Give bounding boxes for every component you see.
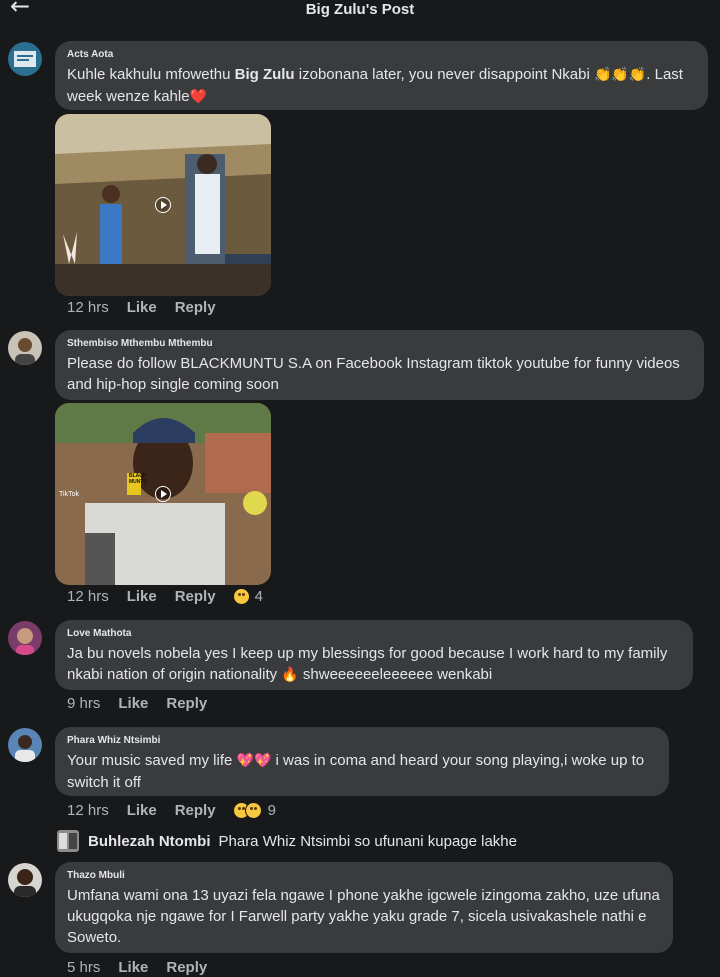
comment-meta: 12 hrs Like Reply bbox=[67, 299, 234, 316]
comment-author[interactable]: Love Mathota bbox=[67, 628, 681, 639]
like-button[interactable]: Like bbox=[127, 588, 157, 605]
reaction-summary[interactable]: 4 bbox=[233, 588, 263, 605]
comment-text: Kuhle kakhulu mfowethu Big Zulu izobonan… bbox=[67, 64, 696, 108]
reply-text: Phara Whiz Ntsimbi so ufunani kupage lak… bbox=[218, 832, 518, 850]
comment-time[interactable]: 9 hrs bbox=[67, 695, 100, 712]
shirt-logo: BLACK MUNTU bbox=[129, 473, 148, 485]
comment-text: Ja bu novels nobela yes I keep up my ble… bbox=[67, 643, 681, 686]
comment-text: Please do follow BLACKMUNTU S.A on Faceb… bbox=[67, 355, 680, 393]
reaction-count: 4 bbox=[254, 588, 263, 605]
tiktok-watermark: TikTok bbox=[59, 491, 79, 498]
reaction-summary[interactable]: 9 bbox=[233, 802, 276, 819]
sparkling-heart-icon: 💖💖 bbox=[236, 753, 272, 769]
comment-author[interactable]: Acts Aota bbox=[67, 49, 696, 60]
comment-time[interactable]: 12 hrs bbox=[67, 588, 109, 605]
comment-text-part: izobonana later, you never disappoint Nk… bbox=[294, 66, 594, 83]
comment-text: Your music saved my life 💖💖 i was in com… bbox=[67, 750, 657, 793]
comment-bubble: Sthembiso Mthembu Mthembu Please do foll… bbox=[55, 330, 704, 400]
comment-text-part: Your music saved my life bbox=[67, 752, 237, 769]
comment-time[interactable]: 12 hrs bbox=[67, 299, 109, 316]
comment-bubble: Acts Aota Kuhle kakhulu mfowethu Big Zul… bbox=[55, 41, 708, 110]
comment-bubble: Thazo Mbuli Umfana wami ona 13 uyazi fel… bbox=[55, 862, 673, 953]
reply-button[interactable]: Reply bbox=[166, 695, 207, 712]
reply-button[interactable]: Reply bbox=[175, 588, 216, 605]
like-button[interactable]: Like bbox=[118, 959, 148, 976]
reply-button[interactable]: Reply bbox=[175, 802, 216, 819]
like-button[interactable]: Like bbox=[127, 802, 157, 819]
comment-meta: 12 hrs Like Reply 4 bbox=[67, 588, 263, 605]
reply-button[interactable]: Reply bbox=[166, 959, 207, 976]
comment-bubble: Phara Whiz Ntsimbi Your music saved my l… bbox=[55, 727, 669, 796]
reaction-count: 9 bbox=[267, 802, 276, 819]
comment-time[interactable]: 5 hrs bbox=[67, 959, 100, 976]
avatar[interactable] bbox=[8, 728, 42, 762]
play-icon[interactable] bbox=[155, 197, 171, 213]
video-thumbnail[interactable] bbox=[55, 114, 271, 296]
comment-meta: 9 hrs Like Reply bbox=[67, 695, 225, 712]
comment-text-part: shweeeeeeleeeeee wenkabi bbox=[298, 666, 493, 683]
comment-meta: 12 hrs Like Reply 9 bbox=[67, 802, 276, 819]
page-title: Big Zulu's Post bbox=[305, 1, 415, 18]
comment-text-part: Kuhle kakhulu mfowethu bbox=[67, 66, 235, 83]
video-thumbnail[interactable]: TikTok BLACK MUNTU bbox=[55, 403, 271, 585]
reply-author[interactable]: Buhlezah Ntombi bbox=[88, 833, 211, 850]
comment-author[interactable]: Thazo Mbuli bbox=[67, 870, 661, 881]
comment-time[interactable]: 12 hrs bbox=[67, 802, 109, 819]
wow-emoji-icon bbox=[244, 802, 262, 819]
comment-meta: 5 hrs Like Reply bbox=[67, 959, 225, 976]
clapping-hands-icon: 👏👏👏 bbox=[593, 67, 647, 83]
comment-text: Umfana wami ona 13 uyazi fela ngawe I ph… bbox=[67, 887, 660, 946]
heart-icon: ❤️ bbox=[189, 89, 208, 105]
avatar[interactable] bbox=[8, 42, 42, 76]
play-icon[interactable] bbox=[155, 486, 171, 502]
reply-button[interactable]: Reply bbox=[175, 299, 216, 316]
like-button[interactable]: Like bbox=[118, 695, 148, 712]
avatar[interactable] bbox=[8, 331, 42, 365]
mention-link[interactable]: Big Zulu bbox=[235, 66, 295, 83]
comment-author[interactable]: Sthembiso Mthembu Mthembu bbox=[67, 338, 692, 349]
avatar[interactable] bbox=[8, 621, 42, 655]
reply-preview[interactable]: Buhlezah Ntombi Phara Whiz Ntsimbi so uf… bbox=[57, 830, 517, 852]
comment-author[interactable]: Phara Whiz Ntsimbi bbox=[67, 735, 657, 746]
top-bar: ← Big Zulu's Post bbox=[0, 0, 720, 22]
laughing-emoji-icon bbox=[233, 589, 249, 604]
avatar[interactable] bbox=[8, 863, 42, 897]
avatar[interactable] bbox=[57, 830, 79, 852]
comment-bubble: Love Mathota Ja bu novels nobela yes I k… bbox=[55, 620, 693, 690]
like-button[interactable]: Like bbox=[127, 299, 157, 316]
fire-icon: 🔥 bbox=[281, 667, 299, 683]
